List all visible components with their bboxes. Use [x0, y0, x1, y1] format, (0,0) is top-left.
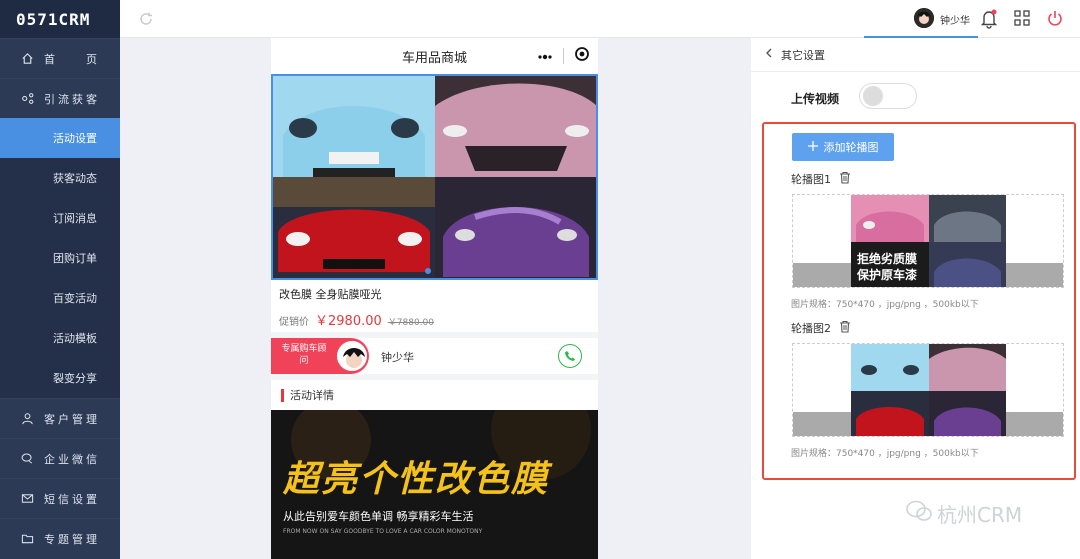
panel-header[interactable]: 其它设置: [751, 38, 1080, 72]
wechat-icon: [905, 499, 933, 528]
user-name: 钟少华: [940, 16, 970, 27]
share-icon: [20, 92, 34, 106]
slide-1-text-1: 拒绝劣质膜: [857, 252, 918, 266]
phone-preview: 车用品商城 改色膜 全身贴膜哑光 促销价 ￥2980.00 ￥7880.00 专…: [271, 38, 598, 559]
slide-1-spec: 图片规格：750*470 ，jpg/png ，500kb以下: [791, 300, 979, 310]
add-carousel-label: 添加轮播图: [823, 141, 879, 154]
slide-2-upload[interactable]: [792, 343, 1064, 437]
wechat-icon: [20, 452, 34, 466]
sidebar-item-label: 客户管理: [44, 412, 100, 426]
watermark-text: 杭州CRM: [937, 503, 1023, 527]
user-icon: [20, 412, 34, 426]
slide-1-label-row: 轮播图1: [791, 171, 851, 187]
activity-banner: 超亮个性改色膜 从此告别爱车颜色单调 畅享精彩车生活 FROM NOW ON S…: [271, 410, 598, 559]
back-label: 其它设置: [781, 48, 825, 62]
banner-caption: FROM NOW ON SAY GOODBYE TO LOVE A CAR CO…: [283, 528, 483, 535]
advisor-name: 钟少华: [381, 351, 414, 364]
slide-1-upload[interactable]: 拒绝劣质膜 保护原车漆: [792, 194, 1064, 288]
advisor-card: 专属购车顾问 钟少华: [271, 338, 598, 374]
slide-2-image: [851, 344, 1006, 436]
sidebar-item-sms[interactable]: 短信设置: [0, 478, 120, 518]
section-marker: [281, 388, 284, 402]
phone-call-icon[interactable]: [558, 344, 582, 368]
toggle-knob: [863, 86, 883, 106]
add-carousel-button[interactable]: 添加轮播图: [792, 133, 894, 161]
upload-video-toggle[interactable]: [859, 83, 917, 109]
sidebar-item-home[interactable]: 首 页: [0, 38, 120, 78]
slide-1-label: 轮播图1: [791, 173, 831, 186]
sidebar-item-topics[interactable]: 专题管理: [0, 518, 120, 558]
more-icon[interactable]: [537, 49, 553, 64]
capsule-divider: [563, 48, 564, 64]
banner-title: 超亮个性改色膜: [283, 459, 550, 500]
slide-2-label: 轮播图2: [791, 322, 831, 335]
bell-icon[interactable]: [980, 9, 998, 32]
sidebar-subitem-templates[interactable]: 活动模板: [0, 318, 120, 358]
original-price: ￥7880.00: [387, 318, 434, 328]
banner-subtitle: 从此告别爱车颜色单调 畅享精彩车生活: [283, 510, 474, 523]
sidebar-subitem-fission[interactable]: 裂变分享: [0, 358, 120, 398]
sidebar-item-label: 首 页: [44, 52, 100, 66]
price-label: 促销价: [279, 317, 309, 328]
sidebar-item-label: 专题管理: [44, 532, 100, 546]
carousel-settings-box: 添加轮播图 轮播图1 拒绝劣质膜 保护原车漆 图片规格：750*470 ，jpg…: [762, 122, 1076, 480]
chevron-left-icon[interactable]: [765, 48, 773, 61]
sidebar-item-label: 短信设置: [44, 492, 100, 506]
slide-1-overlay-text: 拒绝劣质膜 保护原车漆: [857, 251, 917, 283]
sidebar-subitem-leads[interactable]: 获客动态: [0, 158, 120, 198]
car-image-red: [273, 177, 435, 278]
phone-header: 车用品商城: [271, 38, 598, 74]
sidebar-item-customers[interactable]: 客户管理: [0, 398, 120, 438]
phone-title: 车用品商城: [401, 50, 467, 66]
power-icon[interactable]: [1046, 9, 1064, 30]
slide-2-label-row: 轮播图2: [791, 320, 851, 336]
car-image-pink: [434, 76, 596, 177]
activity-detail-header: 活动详情: [271, 380, 598, 410]
car-image-purple: [434, 177, 596, 278]
sidebar: 0571CRM 首 页 引流获客 活动设置 获客动态 订阅消息 团购订单 百变活…: [0, 0, 120, 559]
top-bar: 钟少华: [120, 0, 1080, 38]
slide-1-text-2: 保护原车漆: [857, 268, 918, 282]
sidebar-item-label: 企业微信: [44, 452, 100, 466]
sidebar-item-label: 引流获客: [44, 92, 100, 106]
sidebar-subitem-group-orders[interactable]: 团购订单: [0, 238, 120, 278]
close-target-icon[interactable]: [574, 46, 590, 66]
product-carousel[interactable]: [271, 74, 598, 280]
sidebar-subitem-activity-settings[interactable]: 活动设置: [0, 118, 120, 158]
refresh-icon[interactable]: [138, 11, 154, 30]
sidebar-item-traffic[interactable]: 引流获客: [0, 78, 120, 118]
sidebar-item-wecom[interactable]: 企业微信: [0, 438, 120, 478]
upload-video-label: 上传视频: [791, 92, 840, 106]
slide-2-spec: 图片规格：750*470 ，jpg/png ，500kb以下: [791, 449, 979, 459]
grid-icon[interactable]: [1013, 9, 1031, 30]
carousel-indicator[interactable]: [425, 268, 431, 274]
product-info: 改色膜 全身贴膜哑光 促销价 ￥2980.00 ￥7880.00: [271, 280, 598, 332]
sidebar-subitem-variety[interactable]: 百变活动: [0, 278, 120, 318]
trash-icon[interactable]: [839, 171, 851, 187]
advisor-tag-text: 专属购车顾问: [281, 344, 327, 366]
advisor-avatar: [337, 341, 367, 371]
price: ￥2980.00: [315, 314, 382, 329]
mail-icon: [20, 492, 34, 506]
plus-icon: [807, 140, 818, 154]
app-logo: 0571CRM: [0, 0, 120, 38]
avatar[interactable]: [914, 8, 934, 28]
sidebar-subitem-subscriptions[interactable]: 订阅消息: [0, 198, 120, 238]
settings-panel: 其它设置 上传视频 添加轮播图 轮播图1 拒绝劣质膜 保护原车漆 图片规格：75…: [751, 38, 1080, 559]
watermark: 杭州CRM: [905, 499, 1022, 528]
product-title: 改色膜 全身贴膜哑光: [279, 288, 382, 301]
car-image-blue: [273, 76, 435, 177]
mini-program-capsule: [537, 46, 590, 66]
section-title: 活动详情: [290, 389, 334, 402]
folder-icon: [20, 532, 34, 546]
trash-icon[interactable]: [839, 320, 851, 336]
home-icon: [20, 52, 34, 66]
